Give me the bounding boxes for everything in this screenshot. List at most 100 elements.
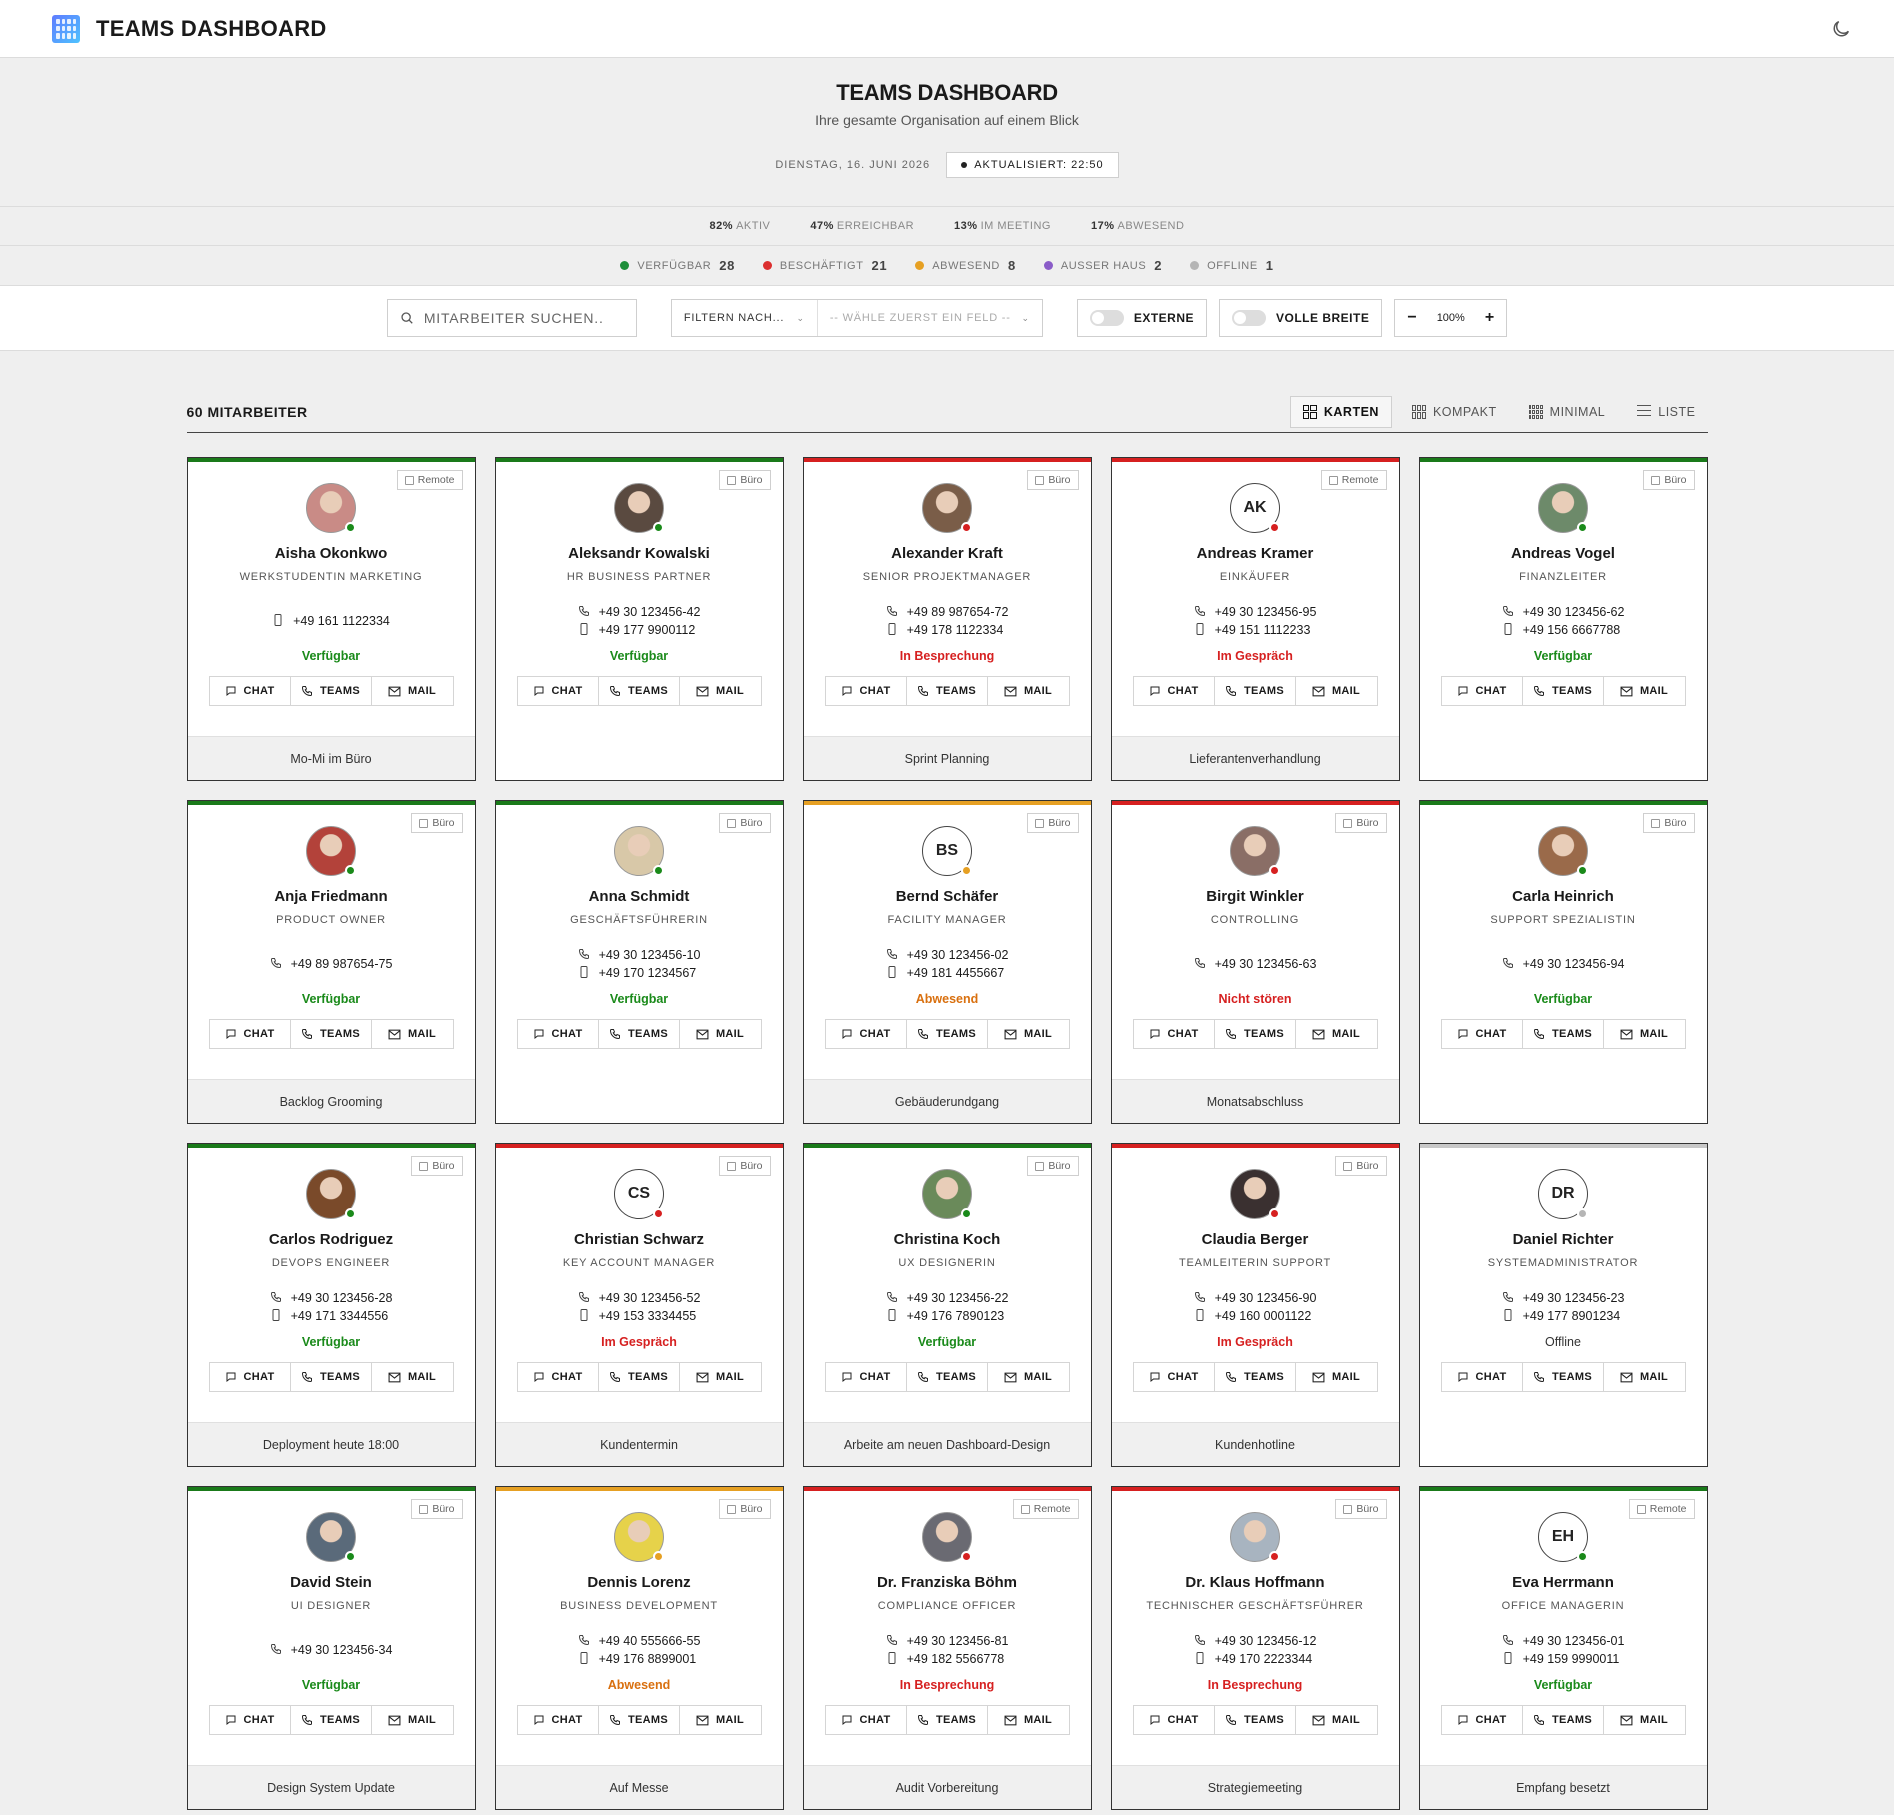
mail-button[interactable]: MAIL (372, 1020, 453, 1048)
chat-button[interactable]: CHAT (1134, 1706, 1215, 1734)
phone-number[interactable]: +49 30 123456-62 (1502, 605, 1624, 620)
mail-button[interactable]: MAIL (988, 1706, 1069, 1734)
phone-number[interactable]: +49 30 123456-52 (578, 1291, 700, 1306)
mobile-number[interactable]: +49 176 8899001 (578, 1651, 701, 1667)
employee-card[interactable]: Büro Anna Schmidt GESCHÄFTSFÜHRERIN +49 30 … (494, 800, 784, 1124)
status-count-item[interactable]: OFFLINE 1 (1190, 258, 1274, 273)
phone-number[interactable]: +49 30 123456-12 (1194, 1634, 1316, 1649)
avatar[interactable]: DR (1538, 1169, 1588, 1219)
chat-button[interactable]: CHAT (1134, 677, 1215, 705)
filter-field-select[interactable]: FILTERN NACH... ⌄ (672, 300, 818, 336)
mail-button[interactable]: MAIL (372, 1363, 453, 1391)
employee-card[interactable]: Büro David Stein UI DESIGNER +49 30 123456-… (186, 1486, 476, 1810)
view-liste-button[interactable]: LISTE (1625, 396, 1707, 428)
employee-card[interactable]: Büro Alexander Kraft SENIOR PROJEKTMANAGER… (802, 457, 1092, 781)
chat-button[interactable]: CHAT (1442, 1363, 1523, 1391)
teams-button[interactable]: TEAMS (291, 1363, 372, 1391)
avatar[interactable] (1230, 826, 1280, 876)
avatar[interactable] (306, 483, 356, 533)
teams-button[interactable]: TEAMS (1215, 1020, 1296, 1048)
mail-button[interactable]: MAIL (1296, 1020, 1377, 1048)
phone-number[interactable]: +49 30 123456-95 (1194, 605, 1316, 620)
chat-button[interactable]: CHAT (210, 1020, 291, 1048)
view-kompakt-button[interactable]: KOMPAKT (1400, 396, 1509, 428)
mobile-number[interactable]: +49 171 3344556 (270, 1308, 393, 1324)
employee-card[interactable]: Büro Christina Koch UX DESIGNERIN +49 30 12… (802, 1143, 1092, 1467)
status-count-item[interactable]: BESCHÄFTIGT 21 (762, 258, 887, 273)
phone-number[interactable]: +49 30 123456-42 (578, 605, 700, 620)
mobile-number[interactable]: +49 159 9990011 (1502, 1651, 1625, 1667)
chat-button[interactable]: CHAT (1134, 1020, 1215, 1048)
teams-button[interactable]: TEAMS (907, 677, 988, 705)
avatar[interactable]: BS (922, 826, 972, 876)
avatar[interactable]: EH (1538, 1512, 1588, 1562)
employee-card[interactable]: Remote Aisha Okonkwo WERKSTUDENTIN MARKETI… (186, 457, 476, 781)
teams-button[interactable]: TEAMS (599, 677, 680, 705)
search-input[interactable] (423, 310, 604, 326)
teams-button[interactable]: TEAMS (907, 1020, 988, 1048)
mobile-number[interactable]: +49 177 9900112 (578, 622, 701, 638)
mobile-number[interactable]: +49 181 4455667 (886, 965, 1009, 981)
chat-button[interactable]: CHAT (210, 677, 291, 705)
avatar[interactable] (614, 826, 664, 876)
mail-button[interactable]: MAIL (1604, 1363, 1685, 1391)
view-minimal-button[interactable]: MINIMAL (1517, 396, 1618, 428)
chat-button[interactable]: CHAT (518, 1706, 599, 1734)
employee-card[interactable]: Büro Claudia Berger TEAMLEITERIN SUPPORT +4… (1110, 1143, 1400, 1467)
mobile-number[interactable]: +49 170 2223344 (1194, 1651, 1317, 1667)
avatar[interactable] (1230, 1169, 1280, 1219)
avatar[interactable] (922, 1512, 972, 1562)
mail-button[interactable]: MAIL (988, 1363, 1069, 1391)
teams-button[interactable]: TEAMS (291, 677, 372, 705)
employee-card[interactable]: Büro Aleksandr Kowalski HR BUSINESS PARTNE… (494, 457, 784, 781)
moon-icon[interactable] (1830, 18, 1852, 40)
mail-button[interactable]: MAIL (1604, 677, 1685, 705)
mobile-number[interactable]: +49 160 0001122 (1194, 1308, 1317, 1324)
avatar[interactable] (614, 483, 664, 533)
teams-button[interactable]: TEAMS (1215, 1363, 1296, 1391)
phone-number[interactable]: +49 30 123456-02 (886, 948, 1008, 963)
status-count-item[interactable]: ABWESEND 8 (915, 258, 1016, 273)
mail-button[interactable]: MAIL (988, 1020, 1069, 1048)
toggle-switch[interactable] (1232, 310, 1266, 326)
employee-card[interactable]: Büro Anja Friedmann PRODUCT OWNER +49 89 98… (186, 800, 476, 1124)
mobile-number[interactable]: +49 178 1122334 (886, 622, 1009, 638)
mobile-number[interactable]: +49 170 1234567 (578, 965, 701, 981)
teams-button[interactable]: TEAMS (599, 1706, 680, 1734)
phone-number[interactable]: +49 89 987654-72 (886, 605, 1008, 620)
mail-button[interactable]: MAIL (372, 1706, 453, 1734)
mail-button[interactable]: MAIL (1604, 1020, 1685, 1048)
phone-number[interactable]: +49 30 123456-22 (886, 1291, 1008, 1306)
mobile-number[interactable]: +49 177 8901234 (1502, 1308, 1625, 1324)
mail-button[interactable]: MAIL (1296, 677, 1377, 705)
zoom-out-button[interactable]: − (1407, 309, 1416, 327)
mail-button[interactable]: MAIL (1296, 1363, 1377, 1391)
teams-button[interactable]: TEAMS (907, 1706, 988, 1734)
teams-button[interactable]: TEAMS (599, 1020, 680, 1048)
phone-number[interactable]: +49 30 123456-90 (1194, 1291, 1316, 1306)
status-count-item[interactable]: AUSSER HAUS 2 (1043, 258, 1162, 273)
status-count-item[interactable]: VERFÜGBAR 28 (620, 258, 735, 273)
employee-card[interactable]: Büro Dr. Klaus Hoffmann TECHNISCHER GESCHÄ… (1110, 1486, 1400, 1810)
phone-number[interactable]: +49 89 987654-75 (270, 957, 392, 972)
mail-button[interactable]: MAIL (680, 677, 761, 705)
employee-card[interactable]: Büro Dennis Lorenz BUSINESS DEVELOPMENT +49… (494, 1486, 784, 1810)
avatar[interactable] (922, 483, 972, 533)
chat-button[interactable]: CHAT (1134, 1363, 1215, 1391)
chat-button[interactable]: CHAT (826, 1363, 907, 1391)
phone-number[interactable]: +49 30 123456-28 (270, 1291, 392, 1306)
employee-card[interactable]: Remote Dr. Franziska Böhm COMPLIANCE OFFIC… (802, 1486, 1092, 1810)
filter-value-select[interactable]: -- WÄHLE ZUERST EIN FELD -- ⌄ (818, 300, 1042, 336)
zoom-in-button[interactable]: + (1485, 309, 1494, 327)
chat-button[interactable]: CHAT (518, 1020, 599, 1048)
phone-number[interactable]: +49 30 123456-94 (1502, 957, 1624, 972)
teams-button[interactable]: TEAMS (1523, 1363, 1604, 1391)
mail-button[interactable]: MAIL (680, 1363, 761, 1391)
employee-card[interactable]: DR Daniel Richter SYSTEMADMINISTRATOR +49 3… (1418, 1143, 1708, 1467)
avatar[interactable] (1538, 826, 1588, 876)
phone-number[interactable]: +49 30 123456-23 (1502, 1291, 1624, 1306)
externe-toggle[interactable]: EXTERNE (1076, 299, 1207, 337)
mobile-number[interactable]: +49 151 1112233 (1194, 622, 1317, 638)
mail-button[interactable]: MAIL (988, 677, 1069, 705)
teams-button[interactable]: TEAMS (1215, 1706, 1296, 1734)
